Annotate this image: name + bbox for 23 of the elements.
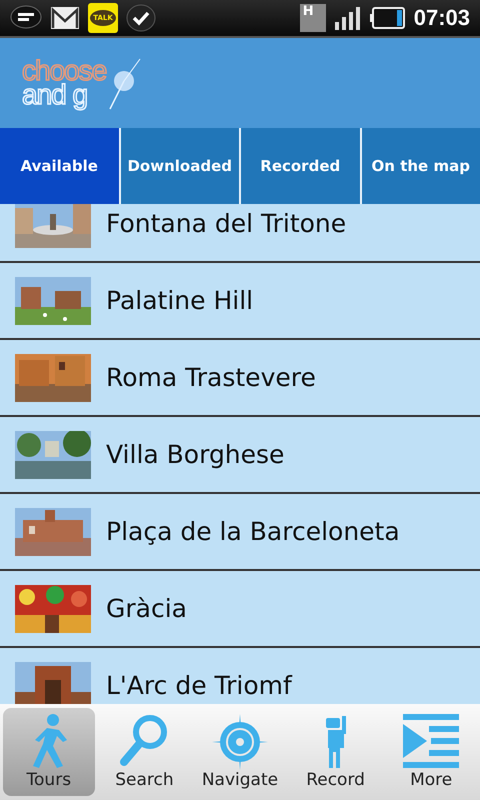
logo-text: choose xyxy=(22,59,106,83)
chat-icon[interactable] xyxy=(10,5,42,31)
nav-button[interactable]: Tours xyxy=(3,708,95,796)
tour-row[interactable]: Fontana del Tritone xyxy=(0,204,480,263)
tour-name: Plaça de la Barceloneta xyxy=(106,517,400,546)
battery-icon xyxy=(370,6,406,30)
network-icon: H xyxy=(300,4,326,32)
nav-button[interactable]: Navigate xyxy=(194,708,286,796)
menu-icon xyxy=(401,712,462,770)
tour-name: Fontana del Tritone xyxy=(106,209,346,238)
check-icon[interactable] xyxy=(126,4,156,32)
nav-button[interactable]: More xyxy=(385,708,477,796)
clock-time: 07:03 xyxy=(414,5,470,31)
tour-name: L'Arc de Triomf xyxy=(106,671,292,700)
signal-icon xyxy=(334,6,362,30)
mail-icon[interactable] xyxy=(50,6,80,30)
nav-button[interactable]: Search xyxy=(98,708,190,796)
tour-name: Palatine Hill xyxy=(106,286,254,315)
tour-name: Roma Trastevere xyxy=(106,363,316,392)
nav-button[interactable]: Record xyxy=(290,708,382,796)
tour-name: Villa Borghese xyxy=(106,440,284,469)
tour-name: Gràcia xyxy=(106,594,187,623)
tab[interactable]: Available xyxy=(0,128,118,204)
